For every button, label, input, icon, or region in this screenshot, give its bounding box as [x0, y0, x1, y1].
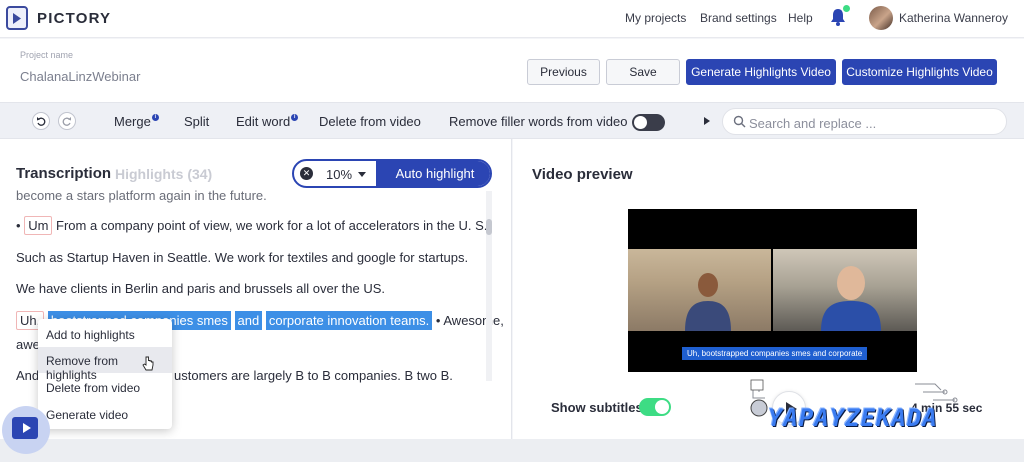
video-preview-title: Video preview	[532, 166, 633, 183]
search-placeholder: Search and replace ...	[749, 116, 877, 131]
show-subtitles-toggle[interactable]	[639, 398, 671, 416]
previous-button[interactable]: Previous	[527, 59, 600, 85]
nav-my-projects[interactable]: My projects	[625, 11, 686, 25]
show-subtitles-label: Show subtitles	[551, 400, 643, 415]
auto-highlight-control: ✕ 10% Auto highlight	[292, 159, 492, 188]
brand-name[interactable]: PICTORY	[37, 10, 111, 27]
top-nav: PICTORY My projects Brand settings Help …	[0, 0, 1024, 38]
clear-icon[interactable]: ✕	[300, 167, 313, 180]
tab-transcription[interactable]: Transcription	[16, 165, 111, 182]
bullet: •	[16, 218, 21, 233]
search-replace-input[interactable]: Search and replace ...	[722, 108, 1007, 135]
speaker-left-image	[685, 273, 731, 331]
split-button[interactable]: Split	[184, 114, 209, 129]
edit-word-label: Edit word	[236, 114, 291, 129]
merge-button[interactable]: Merge i	[114, 114, 159, 129]
transcript-line[interactable]: And	[16, 368, 39, 383]
transcript-line[interactable]: become a stars platform again in the fut…	[16, 188, 267, 203]
notification-dot	[843, 5, 850, 12]
avatar[interactable]	[869, 6, 893, 30]
transcript-line[interactable]: Such as Startup Haven in Seattle. We wor…	[16, 250, 468, 265]
hand-cursor-icon	[142, 356, 154, 371]
video-player[interactable]: Uh, bootstrapped companies smes and corp…	[628, 209, 917, 372]
merge-label: Merge	[114, 114, 151, 129]
highlight-percent-select[interactable]: 10%	[326, 167, 352, 182]
edit-word-button[interactable]: Edit word i	[236, 114, 299, 129]
speaker-right-image	[821, 266, 881, 331]
filler-word[interactable]: Um	[24, 216, 53, 235]
menu-item-delete-from-video[interactable]: Delete from video	[38, 374, 172, 400]
project-bar: Project name ChalanaLinzWebinar Previous…	[0, 39, 1024, 102]
delete-from-video-button[interactable]: Delete from video	[319, 114, 421, 129]
undo-icon[interactable]	[32, 112, 50, 130]
user-name[interactable]: Katherina Wanneroy	[899, 11, 1008, 25]
project-name-field[interactable]: ChalanaLinzWebinar	[20, 69, 140, 84]
highlighted-text[interactable]: and	[234, 311, 263, 330]
menu-item-generate-video[interactable]: Generate video	[38, 401, 172, 427]
caret-right-icon[interactable]	[704, 117, 710, 125]
info-icon: i	[291, 114, 299, 121]
save-button[interactable]: Save	[606, 59, 680, 85]
transcript-text[interactable]: • Awesome,	[436, 313, 504, 328]
chevron-down-icon[interactable]	[358, 172, 366, 177]
transcript-line[interactable]: • Um From a company point of view, we wo…	[16, 216, 487, 235]
auto-highlight-button[interactable]: Auto highlight	[376, 161, 490, 186]
transcript-text[interactable]: From a company point of view, we work fo…	[56, 218, 487, 233]
subtitle-caption: Uh, bootstrapped companies smes and corp…	[682, 347, 868, 360]
transcript-line[interactable]: ustomers are largely B to B companies. B…	[174, 368, 453, 383]
search-icon	[733, 115, 746, 128]
watermark-text: YAPAYZEKADA	[768, 404, 938, 432]
chat-launcher-button[interactable]	[2, 406, 50, 454]
transcript-line[interactable]: We have clients in Berlin and paris and …	[16, 281, 385, 296]
tab-highlights[interactable]: Highlights (34)	[115, 166, 212, 182]
project-name-label: Project name	[20, 50, 74, 60]
context-menu: Add to highlights Remove from highlights…	[38, 319, 172, 429]
editor-toolbar: Merge i Split Edit word i Delete from vide…	[0, 102, 1024, 139]
remove-filler-words-label: Remove filler words from video	[449, 114, 628, 129]
customize-highlights-button[interactable]: Customize Highlights Video	[842, 59, 997, 85]
nav-brand-settings[interactable]: Brand settings	[700, 11, 777, 25]
nav-help[interactable]: Help	[788, 11, 813, 25]
info-icon: i	[151, 114, 159, 121]
chat-icon	[12, 417, 38, 439]
pictory-logo-icon[interactable]	[6, 6, 28, 30]
scroll-thumb[interactable]	[486, 219, 492, 235]
transcript-line[interactable]: awe	[16, 337, 40, 352]
menu-item-add-to-highlights[interactable]: Add to highlights	[38, 321, 172, 347]
highlighted-text[interactable]: corporate innovation teams.	[265, 311, 433, 330]
remove-filler-toggle[interactable]	[632, 114, 665, 131]
generate-highlights-button[interactable]: Generate Highlights Video	[686, 59, 836, 85]
redo-icon[interactable]	[58, 112, 76, 130]
